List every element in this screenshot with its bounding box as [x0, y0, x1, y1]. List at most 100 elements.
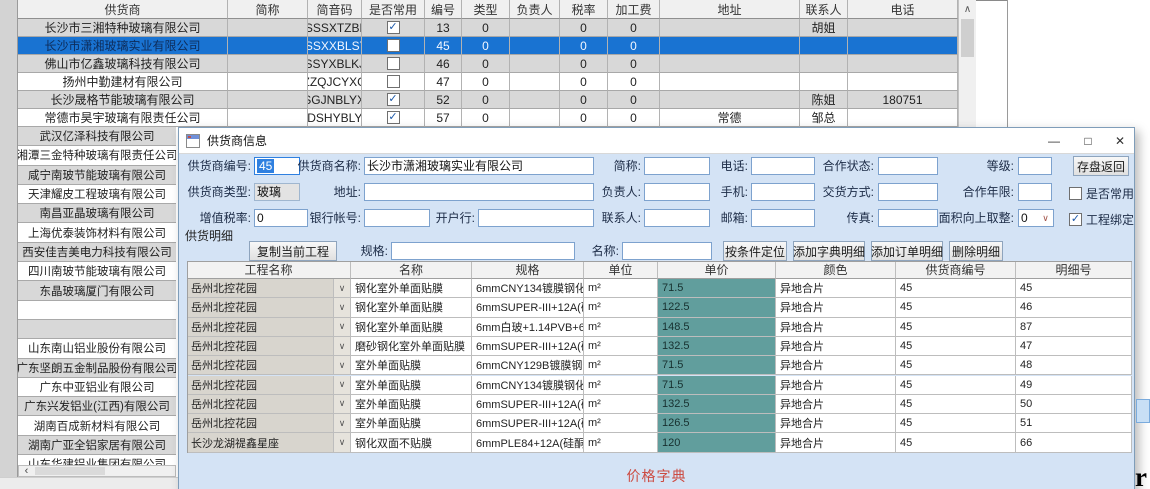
table-row-0-cell-9[interactable]: [660, 19, 800, 37]
table-row-3-cell-5[interactable]: 0: [462, 73, 510, 91]
table-row-0-cell-1[interactable]: [228, 19, 308, 37]
column-header-11[interactable]: 电话: [848, 0, 958, 19]
phone-field[interactable]: [751, 157, 815, 175]
column-header-0[interactable]: 供货商: [18, 0, 228, 19]
column-header-1[interactable]: 简称: [228, 0, 308, 19]
supplier_no-field[interactable]: 45: [254, 157, 300, 175]
table-row-1-cell-1[interactable]: [228, 37, 308, 55]
copy-current-project-button[interactable]: 复制当前工程: [249, 241, 337, 261]
area_round-field[interactable]: 0∨: [1018, 209, 1054, 227]
minimize-button[interactable]: —: [1039, 128, 1069, 154]
address-field[interactable]: [364, 183, 594, 201]
list-item[interactable]: 四川南玻节能玻璃有限公司: [18, 262, 176, 281]
name-filter-input[interactable]: [622, 242, 712, 260]
bank-field[interactable]: [478, 209, 594, 227]
table-row-3-cell-7[interactable]: 0: [560, 73, 608, 91]
bank_account-field[interactable]: [364, 209, 430, 227]
table-row-2-cell-5[interactable]: 0: [462, 55, 510, 73]
checkbox-icon[interactable]: [1069, 187, 1082, 200]
dialog-titlebar[interactable]: 供货商信息 — □ ✕: [179, 128, 1134, 154]
table-row-3-cell-1[interactable]: [228, 73, 308, 91]
column-header-6[interactable]: 负责人: [510, 0, 560, 19]
supplier_type-field[interactable]: 玻璃: [254, 183, 300, 201]
list-item[interactable]: 广东中亚铝业有限公司: [18, 378, 176, 397]
project-binding-checkbox-field[interactable]: ✓工程绑定: [1069, 210, 1134, 228]
email-field[interactable]: [751, 209, 815, 227]
table-row-0-cell-11[interactable]: [848, 19, 958, 37]
list-item[interactable]: 湘潭三金特种玻璃有限责任公司: [18, 146, 176, 165]
add-order-detail-button[interactable]: 添加订单明细: [871, 241, 943, 261]
column-header-3[interactable]: 是否常用: [362, 0, 425, 19]
table-row-2-cell-1[interactable]: [228, 55, 308, 73]
table-row-1-cell-8[interactable]: 0: [608, 37, 660, 55]
common-use-checkbox-field[interactable]: 是否常用: [1069, 184, 1134, 202]
list-item[interactable]: [18, 320, 176, 339]
table-row-2-cell-8[interactable]: 0: [608, 55, 660, 73]
table-row-4-cell-10[interactable]: 陈姐: [800, 91, 848, 109]
add-dictionary-detail-button[interactable]: 添加字典明细: [793, 241, 865, 261]
list-item[interactable]: 广东兴发铝业(江西)有限公司: [18, 397, 176, 416]
chevron-down-icon[interactable]: ∨: [1039, 211, 1052, 225]
column-header-8[interactable]: 加工费: [608, 0, 660, 19]
table-row-5-cell-4[interactable]: 57: [425, 109, 462, 127]
list-item[interactable]: 上海优泰装饰材料有限公司: [18, 224, 176, 243]
list-item[interactable]: 东晶玻璃厦门有限公司: [18, 281, 176, 300]
table-row-5-cell-6[interactable]: [510, 109, 560, 127]
common-use-checkbox[interactable]: [387, 39, 400, 52]
scroll-up-icon[interactable]: ∧: [959, 1, 976, 17]
table-row-4-cell-11[interactable]: 180751: [848, 91, 958, 109]
list-item[interactable]: 湖南百成新材料有限公司: [18, 417, 176, 436]
table-row-3-cell-3[interactable]: [362, 73, 425, 91]
table-row-5-cell-3[interactable]: ✓: [362, 109, 425, 127]
table-row-0-cell-10[interactable]: 胡姐: [800, 19, 848, 37]
table-row-5-cell-9[interactable]: 常德: [660, 109, 800, 127]
column-header-5[interactable]: 类型: [462, 0, 510, 19]
scroll-left-icon[interactable]: ‹: [20, 466, 33, 476]
list-item[interactable]: 天津耀皮工程玻璃有限公司: [18, 185, 176, 204]
table-row-4-cell-1[interactable]: [228, 91, 308, 109]
table-row-5-cell-11[interactable]: [848, 109, 958, 127]
maximize-button[interactable]: □: [1073, 128, 1103, 154]
table-row-1-cell-10[interactable]: [800, 37, 848, 55]
table-row-3-cell-9[interactable]: [660, 73, 800, 91]
table-row-1-cell-7[interactable]: 0: [560, 37, 608, 55]
horizontal-scrollbar[interactable]: ‹: [18, 465, 176, 477]
table-row-0-cell-8[interactable]: 0: [608, 19, 660, 37]
common-use-checkbox[interactable]: ✓: [387, 93, 400, 106]
vertical-scrollbar[interactable]: ∧: [958, 0, 976, 127]
table-row-2-cell-2[interactable]: FSSYXBLKJ..: [308, 55, 362, 73]
table-row-5-cell-10[interactable]: 邹总: [800, 109, 848, 127]
table-row-0-cell-0[interactable]: 长沙市三湘特种玻璃有限公司: [18, 19, 228, 37]
list-item[interactable]: [18, 301, 176, 320]
list-item[interactable]: 南昌亚晶玻璃有限公司: [18, 204, 176, 223]
table-row-3-cell-8[interactable]: 0: [608, 73, 660, 91]
table-row-1-cell-9[interactable]: [660, 37, 800, 55]
table-row-2-cell-0[interactable]: 佛山市亿鑫玻璃科技有限公司: [18, 55, 228, 73]
column-header-4[interactable]: 编号: [425, 0, 462, 19]
vertical-scrollbar-thumb[interactable]: [961, 19, 974, 57]
table-row-5-cell-2[interactable]: CDSHYBLYX: [308, 109, 362, 127]
table-row-1-cell-4[interactable]: 45: [425, 37, 462, 55]
list-item[interactable]: 咸宁南玻节能玻璃有限公司: [18, 166, 176, 185]
table-row-4-cell-4[interactable]: 52: [425, 91, 462, 109]
table-row-3-cell-10[interactable]: [800, 73, 848, 91]
table-row-2-cell-6[interactable]: [510, 55, 560, 73]
table-row-0-cell-2[interactable]: CSSSXTZBL..: [308, 19, 362, 37]
table-row-1-cell-2[interactable]: CSSXXBLSY..: [308, 37, 362, 55]
grade-field[interactable]: [1018, 157, 1052, 175]
locate-by-condition-button[interactable]: 按条件定位: [723, 241, 787, 261]
table-row-1-cell-6[interactable]: [510, 37, 560, 55]
table-row-3-cell-0[interactable]: 扬州中勤建材有限公司: [18, 73, 228, 91]
supplier_name-field[interactable]: 长沙市潇湘玻璃实业有限公司: [364, 157, 594, 175]
table-row-4-cell-5[interactable]: 0: [462, 91, 510, 109]
table-row-5-cell-0[interactable]: 常德市昊宇玻璃有限责任公司: [18, 109, 228, 127]
coop_status-field[interactable]: [878, 157, 938, 175]
table-row-5-cell-7[interactable]: 0: [560, 109, 608, 127]
spec-filter-input[interactable]: [391, 242, 575, 260]
column-header-2[interactable]: 简音码: [308, 0, 362, 19]
list-item[interactable]: 西安佳吉美电力科技有限公司: [18, 243, 176, 262]
table-row-0-cell-6[interactable]: [510, 19, 560, 37]
table-row-3-cell-4[interactable]: 47: [425, 73, 462, 91]
horizontal-scrollbar-thumb[interactable]: [35, 467, 105, 475]
table-row-3-cell-2[interactable]: YZZQJCYXGS: [308, 73, 362, 91]
